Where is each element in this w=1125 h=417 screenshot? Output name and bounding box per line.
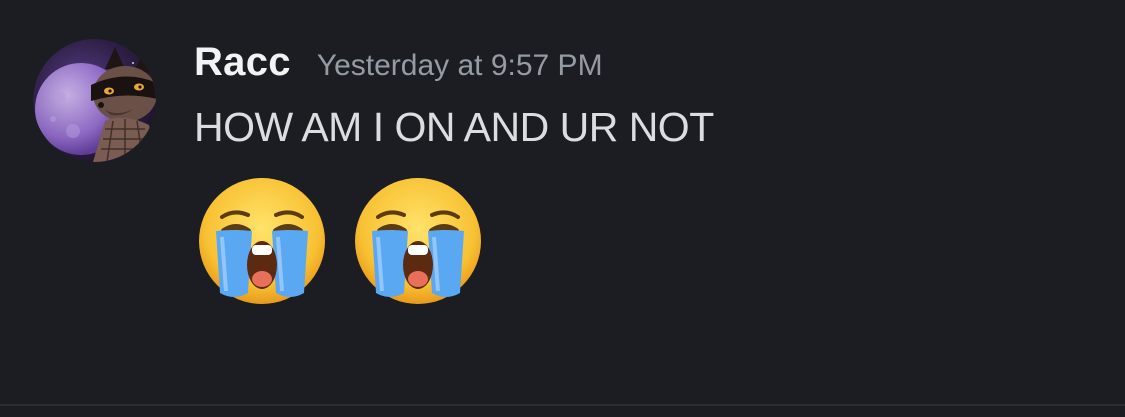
- message-content: HOW AM I ON AND UR NOT: [194, 104, 714, 150]
- loudly-crying-face-icon[interactable]: [194, 175, 330, 307]
- raccoon-avatar-icon: [33, 39, 156, 162]
- emoji-row: [194, 175, 506, 307]
- chat-canvas: Racc Yesterday at 9:57 PM HOW AM I ON AN…: [0, 0, 1125, 417]
- user-avatar[interactable]: [33, 39, 156, 162]
- message-divider: [0, 404, 1125, 406]
- message-timestamp: Yesterday at 9:57 PM: [316, 49, 603, 82]
- message-author[interactable]: Racc: [194, 40, 291, 85]
- message-header: Racc Yesterday at 9:57 PM: [194, 40, 603, 94]
- chat-message[interactable]: Racc Yesterday at 9:57 PM HOW AM I ON AN…: [0, 0, 1125, 404]
- loudly-crying-face-icon[interactable]: [350, 175, 486, 307]
